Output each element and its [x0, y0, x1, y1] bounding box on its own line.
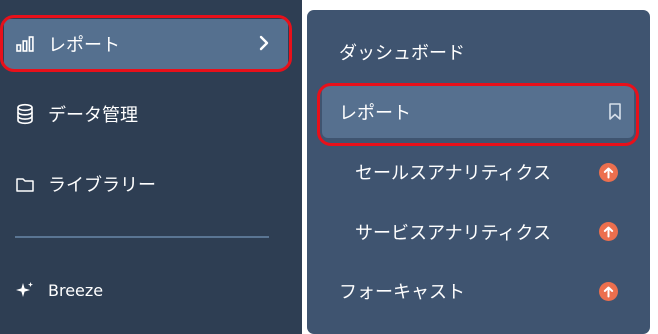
- sidebar-item-breeze[interactable]: Breeze: [0, 260, 302, 320]
- flyout-item-label: セールスアナリティクス: [355, 163, 552, 184]
- sparkle-icon: [14, 279, 36, 301]
- sidebar-item-label: レポート: [48, 35, 120, 56]
- flyout-item-reports[interactable]: レポート: [322, 86, 634, 138]
- sidebar-item-label: Breeze: [48, 280, 104, 300]
- flyout-item-label: フォーキャスト: [339, 282, 465, 303]
- upgrade-arrow-icon: [599, 282, 618, 301]
- flyout-item-dashboard[interactable]: ダッシュボード: [339, 26, 465, 78]
- sidebar: レポート データ管理 ライブラリー Breeze: [0, 0, 302, 334]
- sidebar-item-data-management[interactable]: データ管理: [0, 84, 302, 144]
- sidebar-item-library[interactable]: ライブラリー: [0, 154, 302, 214]
- flyout-item-forecast[interactable]: フォーキャスト: [339, 265, 599, 317]
- bar-chart-icon: [14, 33, 36, 55]
- folder-icon: [14, 173, 36, 195]
- upgrade-arrow-icon: [599, 163, 618, 182]
- flyout-item-sales-analytics[interactable]: セールスアナリティクス: [355, 146, 615, 198]
- chevron-right-icon: [258, 33, 270, 58]
- upgrade-arrow-icon: [599, 222, 618, 241]
- flyout-item-service-analytics[interactable]: サービスアナリティクス: [355, 206, 615, 258]
- sidebar-item-label: データ管理: [48, 105, 138, 126]
- flyout-item-label: ダッシュボード: [339, 43, 465, 64]
- flyout-item-label: サービスアナリティクス: [355, 223, 552, 244]
- reports-flyout-menu: ダッシュボード レポート セールスアナリティクス サービスアナリティクス フォー…: [307, 10, 650, 334]
- flyout-item-label: レポート: [339, 103, 411, 124]
- bookmark-icon[interactable]: [608, 102, 622, 126]
- sidebar-divider: [15, 236, 269, 238]
- sidebar-item-label: ライブラリー: [48, 175, 156, 196]
- sidebar-item-reports[interactable]: レポート: [4, 19, 288, 69]
- database-icon: [14, 103, 36, 125]
